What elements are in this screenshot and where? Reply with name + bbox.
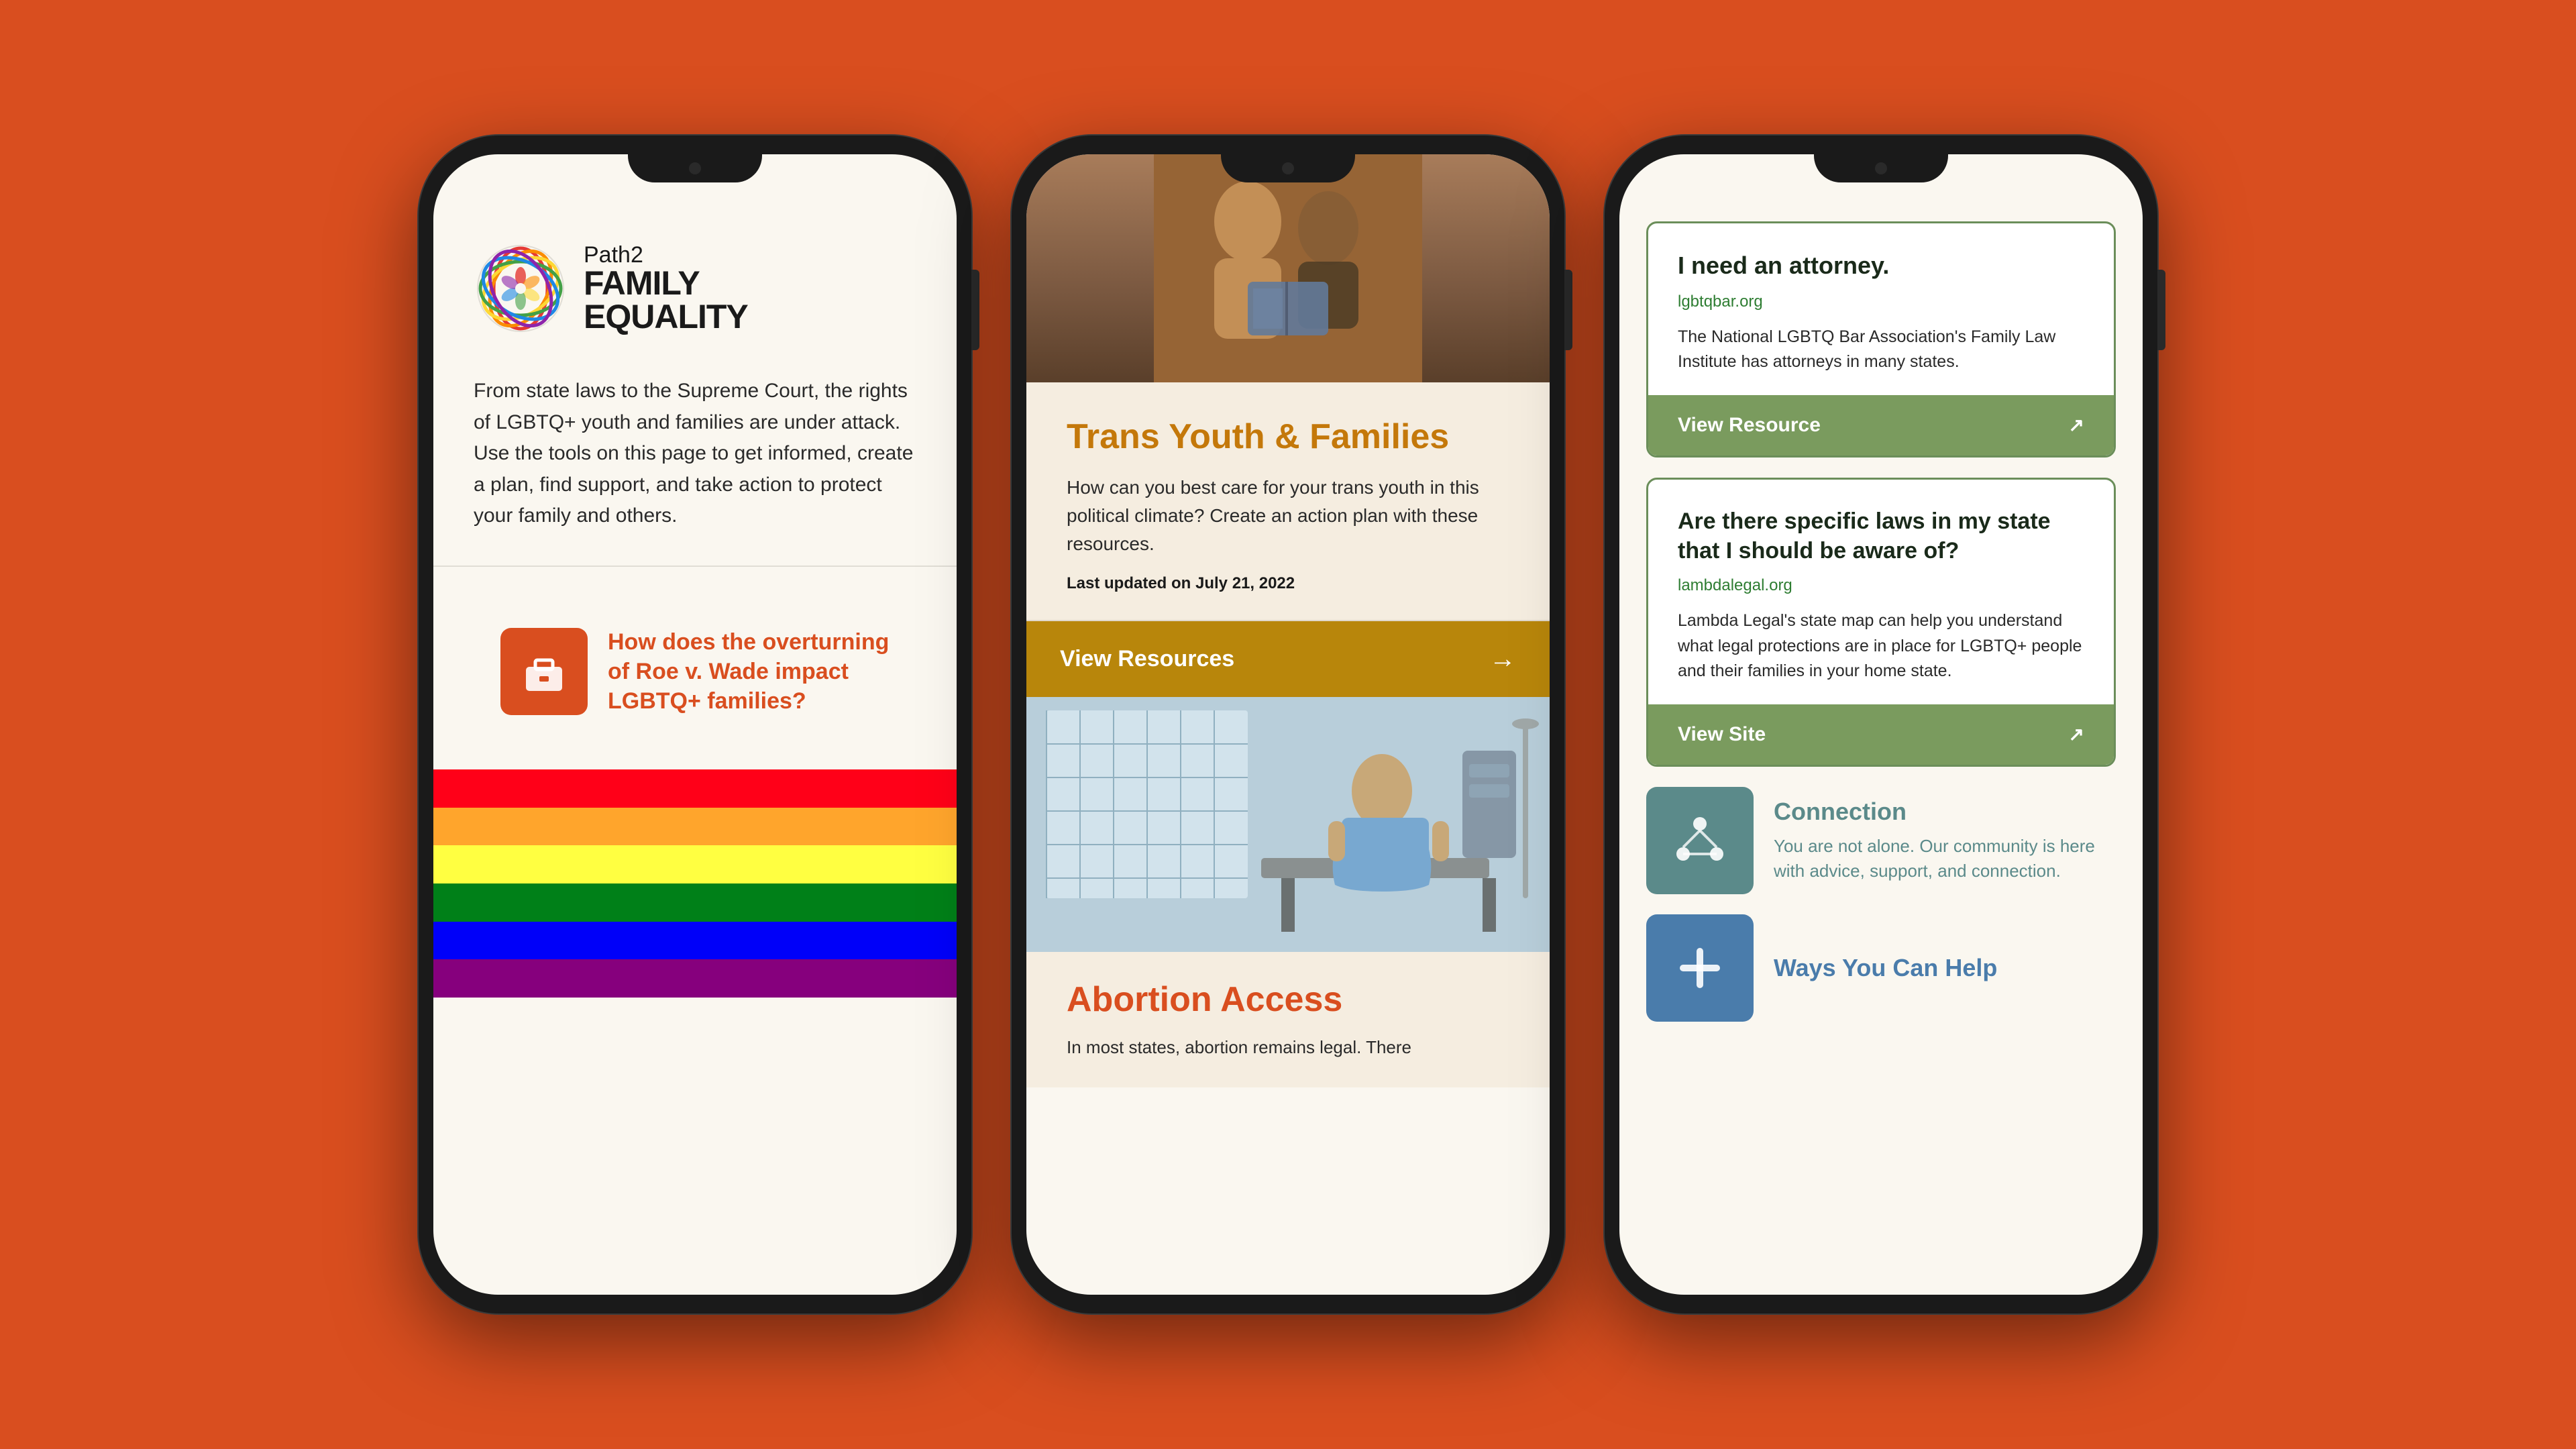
flag-stripe-purple [433, 959, 957, 998]
view-resource-label-1: View Resource [1678, 414, 1821, 437]
flag-stripes [433, 769, 957, 998]
logo-equality: EQUALITY [584, 300, 748, 333]
connection-icon [1646, 787, 1754, 894]
attorney-desc: The National LGBTQ Bar Association's Fam… [1678, 325, 2084, 375]
view-site-button[interactable]: View Site ↗ [1648, 704, 2114, 765]
connection-desc: You are not alone. Our community is here… [1774, 834, 2116, 883]
attorney-card: I need an attorney. lgbtqbar.org The Nat… [1646, 221, 2116, 458]
trans-youth-date: Last updated on July 21, 2022 [1067, 574, 1509, 593]
view-resource-button-1[interactable]: View Resource ↗ [1648, 395, 2114, 455]
roe-wade-title: How does the overturning of Roe v. Wade … [608, 627, 890, 716]
flag-stripe-blue [433, 922, 957, 960]
arrow-right-icon: → [1489, 644, 1516, 674]
phones-container: Path2 FAMILY EQUALITY From state laws to… [0, 0, 2576, 1449]
toolbox-icon [500, 628, 588, 715]
state-laws-card-body: Are there specific laws in my state that… [1648, 480, 2114, 704]
left-description: From state laws to the Supreme Court, th… [474, 376, 916, 532]
view-resources-label: View Resources [1060, 646, 1234, 672]
flag-stripe-green [433, 883, 957, 922]
flag-stripe-orange [433, 808, 957, 846]
abortion-access-desc: In most states, abortion remains legal. … [1067, 1034, 1509, 1061]
connection-text: Connection You are not alone. Our commun… [1774, 798, 2116, 883]
app-logo-icon [474, 241, 568, 335]
phone-notch-left [628, 154, 762, 182]
roe-wade-card[interactable]: How does the overturning of Roe v. Wade … [474, 600, 916, 743]
external-link-icon-1: ↗ [2069, 414, 2084, 436]
connection-card[interactable]: Connection You are not alone. Our commun… [1646, 787, 2116, 894]
view-site-label: View Site [1678, 723, 1766, 746]
phone-screen-right: I need an attorney. lgbtqbar.org The Nat… [1619, 154, 2143, 1295]
trans-youth-title: Trans Youth & Families [1067, 416, 1509, 458]
connection-title: Connection [1774, 798, 2116, 826]
phone-screen-left: Path2 FAMILY EQUALITY From state laws to… [433, 154, 957, 1295]
logo-path2: Path2 [584, 244, 748, 266]
attorney-card-title: I need an attorney. [1678, 250, 2084, 282]
abortion-access-card: Abortion Access In most states, abortion… [1026, 952, 1550, 1087]
external-link-icon-2: ↗ [2069, 723, 2084, 745]
phone-notch-mid [1221, 154, 1355, 182]
hero-people-image [1026, 154, 1550, 382]
state-laws-desc: Lambda Legal's state map can help you un… [1678, 608, 2084, 684]
ways-card[interactable]: Ways You Can Help [1646, 914, 2116, 1022]
rainbow-flag-image [433, 769, 957, 998]
ways-icon [1646, 914, 1754, 1022]
ways-text: Ways You Can Help [1774, 954, 1997, 982]
logo-text: Path2 FAMILY EQUALITY [584, 244, 748, 333]
flag-stripe-red [433, 769, 957, 808]
view-resources-button[interactable]: View Resources → [1026, 621, 1550, 697]
state-laws-card: Are there specific laws in my state that… [1646, 478, 2116, 767]
phone-left: Path2 FAMILY EQUALITY From state laws to… [419, 136, 971, 1313]
attorney-card-body: I need an attorney. lgbtqbar.org The Nat… [1648, 223, 2114, 395]
trans-youth-desc: How can you best care for your trans you… [1067, 474, 1509, 558]
phone-screen-mid: Trans Youth & Families How can you best … [1026, 154, 1550, 1295]
phone-notch-right [1814, 154, 1948, 182]
abortion-access-image [1026, 697, 1550, 952]
attorney-source: lgbtqbar.org [1678, 292, 2084, 311]
abortion-access-title: Abortion Access [1067, 979, 1509, 1020]
phone-mid: Trans Youth & Families How can you best … [1012, 136, 1564, 1313]
state-laws-title: Are there specific laws in my state that… [1678, 506, 2084, 566]
flag-stripe-yellow [433, 845, 957, 883]
state-laws-source: lambdalegal.org [1678, 576, 2084, 595]
phone-right: I need an attorney. lgbtqbar.org The Nat… [1605, 136, 2157, 1313]
trans-youth-card: Trans Youth & Families How can you best … [1026, 382, 1550, 621]
trans-youth-hero-image [1026, 154, 1550, 382]
logo-area: Path2 FAMILY EQUALITY [474, 241, 916, 335]
divider [433, 566, 957, 567]
ways-title: Ways You Can Help [1774, 954, 1997, 982]
logo-family: FAMILY [584, 266, 748, 300]
